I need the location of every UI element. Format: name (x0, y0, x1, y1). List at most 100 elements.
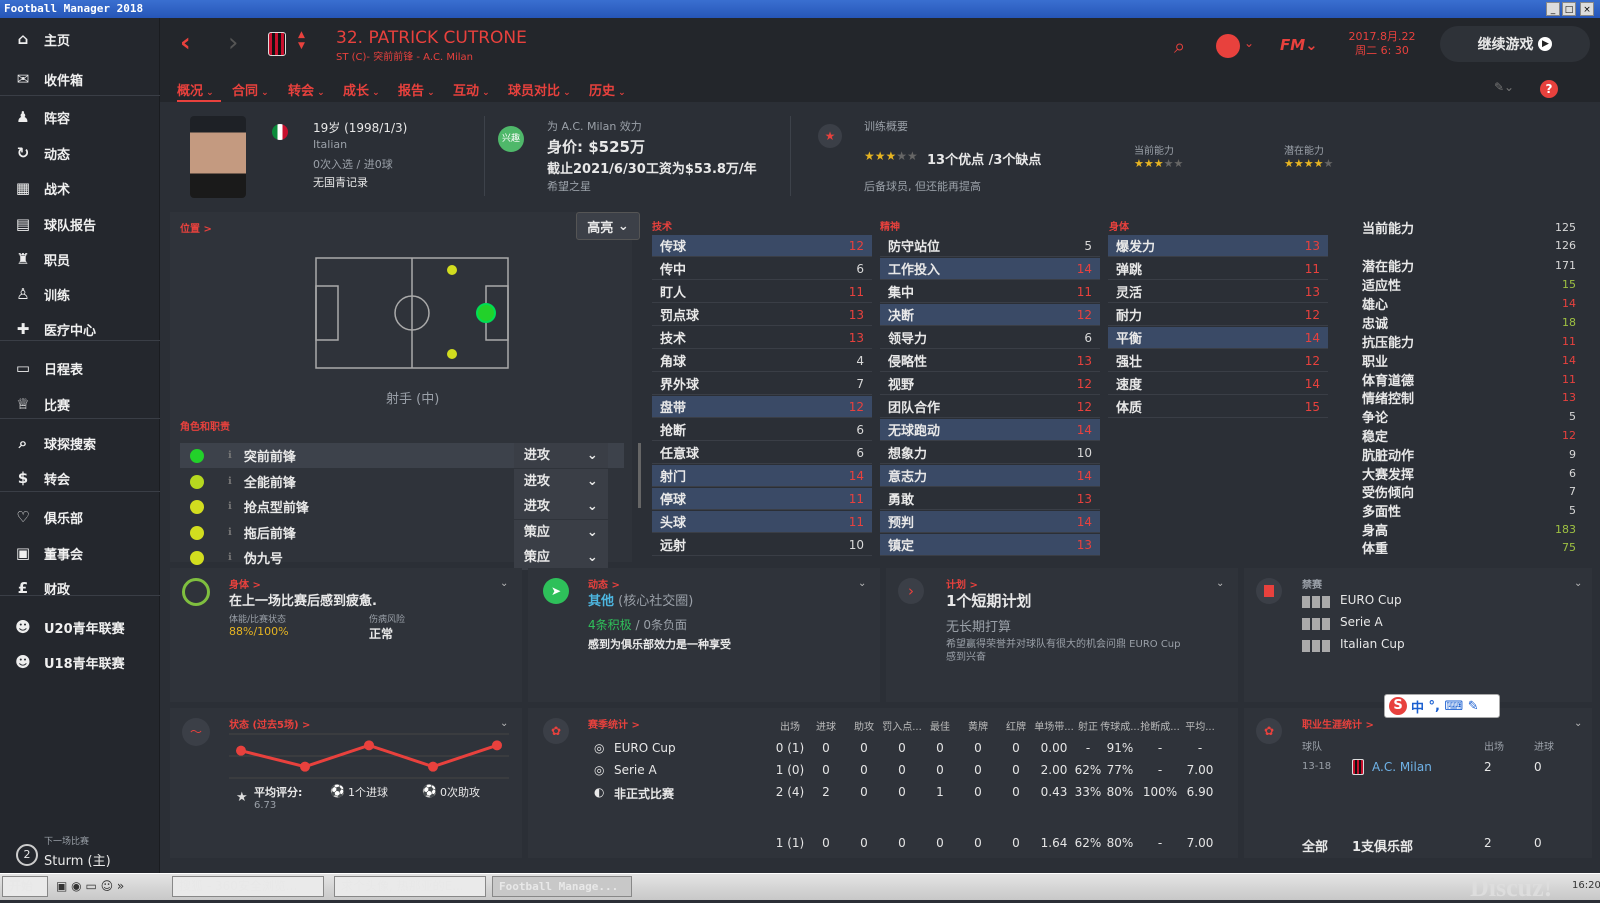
hidden-attr-value: 14 (1562, 354, 1576, 367)
sidebar-item[interactable]: ⌂ 主页 (0, 22, 160, 56)
role-duty: 进攻 (523, 499, 550, 514)
role-name: 突前前锋 (243, 450, 296, 465)
season-title[interactable]: 赛季统计 > (588, 716, 640, 731)
sidebar-item[interactable]: ♜ 职员 (0, 242, 160, 276)
search-icon[interactable]: ⌕ (1174, 34, 1185, 58)
sidebar-item[interactable]: ▣ 董事会 (0, 536, 160, 570)
info-icon[interactable]: ℹ (228, 501, 232, 512)
tab-2[interactable]: 转会 ⌄ (288, 80, 325, 99)
career-club-link[interactable]: A.C. Milan (1372, 760, 1432, 774)
sidebar-item[interactable]: ↻ 动态 (0, 136, 160, 170)
body-card (170, 568, 522, 702)
chevron-down-icon[interactable]: ⌄ (1244, 36, 1254, 50)
physical-title: 身体 (1109, 222, 1129, 233)
sidebar-item[interactable]: ☻ U18青年联赛 (0, 645, 160, 679)
role-duty-dropdown[interactable]: 策应 ⌄ (513, 545, 608, 570)
attr-value: 12 (848, 238, 864, 253)
taskbar-item[interactable]: 搜狐 - 360安全浏览... (172, 876, 324, 897)
help-icon[interactable]: ? (1540, 80, 1558, 98)
forward-arrow-icon[interactable]: › (228, 28, 238, 58)
body-title[interactable]: 身体 > (229, 576, 261, 591)
sidebar-item[interactable]: ♡ 俱乐部 (0, 500, 160, 534)
season-cell: 0 (898, 785, 906, 799)
role-duty-dropdown[interactable]: 进攻 ⌄ (513, 494, 608, 519)
quicklaunch-icons[interactable]: ▣ ◉ ▭ ☺ » (56, 879, 124, 893)
tab-5[interactable]: 互动 ⌄ (453, 80, 490, 99)
attr-value: 13 (1304, 284, 1320, 299)
edit-icon[interactable]: ✎⌄ (1494, 80, 1514, 94)
chevron-down-icon[interactable]: ⌄ (858, 578, 866, 589)
dynamics-title[interactable]: 动态 > (588, 576, 620, 591)
sidebar-item-label: 球探搜索 (44, 437, 97, 453)
start-button[interactable]: 开始 (2, 876, 48, 897)
sidebar-item[interactable]: ▤ 球队报告 (0, 207, 160, 241)
attr-row-mental: 工作投入 14 (880, 258, 1100, 280)
maximize-button[interactable]: □ (1562, 2, 1576, 16)
role-row[interactable]: ℹ 全能前锋 进攻 ⌄ (180, 469, 624, 494)
role-duty-dropdown[interactable]: 策应 ⌄ (513, 520, 608, 545)
info-icon[interactable]: ℹ (228, 527, 232, 538)
next-match-icon: 2 (16, 844, 38, 866)
taskbar-item[interactable]: Football Manage... (492, 876, 632, 897)
player-switch-icon[interactable]: ▲ ▼ (298, 30, 305, 52)
role-row[interactable]: ℹ 突前前锋 进攻 ⌄ (180, 443, 624, 468)
tab-6[interactable]: 球员对比 ⌄ (508, 80, 571, 99)
hidden-attr-name: 稳定 (1362, 430, 1389, 445)
sidebar-item[interactable]: ▭ 日程表 (0, 351, 160, 385)
chevron-down-icon[interactable]: ⌄ (500, 718, 508, 729)
close-button[interactable]: × (1580, 2, 1594, 16)
chevron-down-icon[interactable]: ⌄ (500, 578, 508, 589)
sidebar-divider (0, 491, 160, 492)
sidebar-item[interactable]: ♕ 比赛 (0, 387, 160, 421)
sidebar-item[interactable]: $ 转会 (0, 461, 160, 495)
info-icon[interactable]: ℹ (228, 552, 232, 563)
form-title[interactable]: 状态 (过去5场) > (229, 716, 310, 731)
tab-0[interactable]: 概况 ⌄ (177, 80, 214, 99)
role-row[interactable]: ℹ 抢点型前锋 进攻 ⌄ (180, 494, 624, 519)
highlight-dropdown[interactable]: 高亮 ⌄ (576, 212, 640, 240)
chevron-down-icon[interactable]: ⌄ (1574, 578, 1582, 589)
ban-status-icon (1302, 596, 1332, 608)
back-arrow-icon[interactable]: ‹ (180, 28, 191, 58)
dynamics-group-sub: (核心社交圈) (618, 594, 694, 609)
globe-icon[interactable] (1216, 34, 1240, 58)
season-cell: 1 (936, 785, 944, 799)
role-duty-dropdown[interactable]: 进攻 ⌄ (513, 469, 608, 494)
hidden-attr-value: 9 (1569, 448, 1576, 461)
roles-scrollbar[interactable] (638, 443, 641, 508)
role-row[interactable]: ℹ 伪九号 策应 ⌄ (180, 545, 624, 570)
fm-menu-icon[interactable]: FM⌄ (1280, 36, 1318, 54)
sidebar-item[interactable]: ⌕ 球探搜索 (0, 426, 160, 460)
sidebar-item[interactable]: ♙ 训练 (0, 277, 160, 311)
tab-3[interactable]: 成长 ⌄ (343, 80, 380, 99)
taskbar-item[interactable]: 求个头像, 热那亚的E... (334, 876, 486, 897)
role-duty-dropdown[interactable]: 进攻 ⌄ (513, 443, 608, 468)
condition-ring-icon (182, 578, 210, 606)
tab-1[interactable]: 合同 ⌄ (232, 80, 269, 99)
ban-card (1244, 568, 1592, 702)
info-icon[interactable]: ℹ (228, 450, 232, 461)
continue-button[interactable]: 继续游戏 ▶ (1440, 26, 1590, 62)
plan-title[interactable]: 计划 > (946, 576, 978, 591)
sidebar-item[interactable]: £ 财政 (0, 571, 160, 605)
sidebar-item[interactable]: ▦ 战术 (0, 171, 160, 205)
attr-row-mental: 视野 12 (880, 373, 1100, 395)
info-icon[interactable]: ℹ (228, 476, 232, 487)
sidebar-item[interactable]: ☻ U20青年联赛 (0, 610, 160, 644)
ime-toolbar[interactable]: S中 °, ⌨ ✎ (1384, 694, 1500, 718)
chevron-down-icon[interactable]: ⌄ (1216, 578, 1224, 589)
tab-7[interactable]: 历史 ⌄ (589, 80, 626, 99)
tab-4[interactable]: 报告 ⌄ (398, 80, 435, 99)
sidebar-item[interactable]: ✉ 收件箱 (0, 62, 160, 96)
career-title[interactable]: 职业生涯统计 > (1302, 716, 1374, 731)
form-goals: 1个进球 (348, 786, 388, 799)
next-match[interactable]: 2 下一场比赛 Sturm (主) (12, 832, 152, 872)
minimize-button[interactable]: _ (1546, 2, 1560, 16)
attr-row-technical: 抢断 6 (652, 419, 872, 441)
sidebar-item[interactable]: ♟ 阵容 (0, 100, 160, 134)
role-row[interactable]: ℹ 拖后前锋 策应 ⌄ (180, 520, 624, 545)
position-title[interactable]: 位置 > (180, 220, 212, 235)
hidden-attr-value: 5 (1569, 410, 1576, 423)
chevron-down-icon[interactable]: ⌄ (1574, 718, 1582, 729)
role-duty: 策应 (523, 525, 550, 540)
